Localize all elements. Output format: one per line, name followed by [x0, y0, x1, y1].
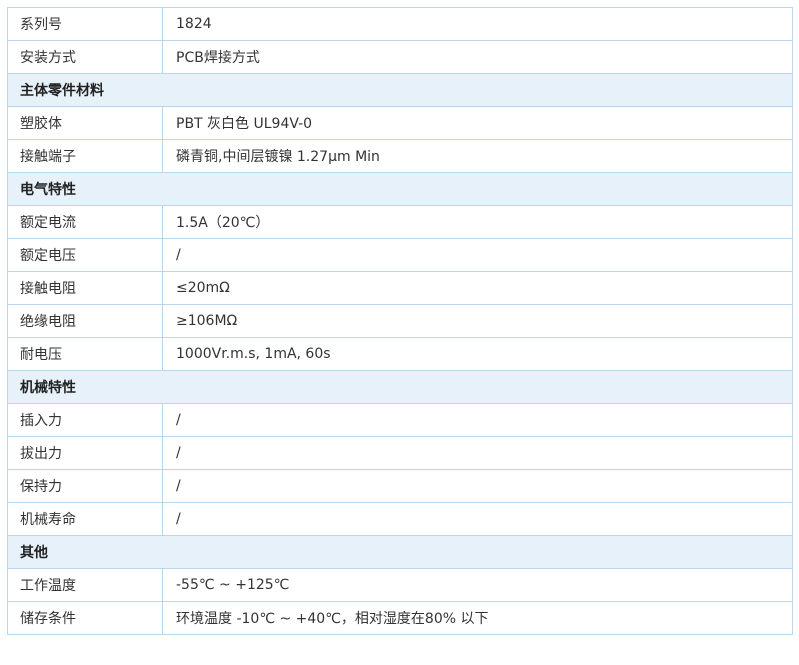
table-row: 接触电阻 ≤20mΩ — [7, 271, 793, 305]
table-row: 工作温度 -55℃ ~ +125℃ — [7, 568, 793, 602]
spec-label-cell: 接触电阻 — [7, 271, 163, 305]
spec-table: 系列号 1824 安装方式 PCB焊接方式 主体零件材料 塑胶体 PBT 灰白色 UL94V… — [7, 7, 793, 635]
spec-value-cell: 磷青铜,中间层镀镍 1.27μm Min — [162, 139, 793, 173]
section-header-row: 电气特性 — [7, 172, 793, 206]
spec-value-cell: / — [162, 469, 793, 503]
section-title: 其他 — [7, 535, 793, 569]
spec-label-cell: 接触端子 — [7, 139, 163, 173]
table-row: 机械寿命 / — [7, 502, 793, 536]
spec-value-cell: / — [162, 403, 793, 437]
spec-value-cell: / — [162, 502, 793, 536]
spec-value-cell: 1.5A（20℃） — [162, 205, 793, 239]
table-row: 接触端子 磷青铜,中间层镀镍 1.27μm Min — [7, 139, 793, 173]
section-header-row: 机械特性 — [7, 370, 793, 404]
spec-value-cell: PCB焊接方式 — [162, 40, 793, 74]
section-title: 电气特性 — [7, 172, 793, 206]
spec-value-cell: 1000Vr.m.s, 1mA, 60s — [162, 337, 793, 371]
section-title: 机械特性 — [7, 370, 793, 404]
spec-value-cell: 环境温度 -10℃ ~ +40℃，相对湿度在80% 以下 — [162, 601, 793, 635]
spec-value-cell: / — [162, 238, 793, 272]
spec-table-body: 系列号 1824 安装方式 PCB焊接方式 主体零件材料 塑胶体 PBT 灰白色 UL94V… — [7, 7, 793, 635]
table-row: 系列号 1824 — [7, 7, 793, 41]
table-row: 额定电流 1.5A（20℃） — [7, 205, 793, 239]
spec-value-cell: ≥106MΩ — [162, 304, 793, 338]
spec-value-cell: PBT 灰白色 UL94V-0 — [162, 106, 793, 140]
section-title: 主体零件材料 — [7, 73, 793, 107]
table-row: 塑胶体 PBT 灰白色 UL94V-0 — [7, 106, 793, 140]
table-row: 插入力 / — [7, 403, 793, 437]
table-row: 安装方式 PCB焊接方式 — [7, 40, 793, 74]
spec-label-cell: 绝缘电阻 — [7, 304, 163, 338]
table-row: 绝缘电阻 ≥106MΩ — [7, 304, 793, 338]
section-header-row: 主体零件材料 — [7, 73, 793, 107]
spec-value-cell: -55℃ ~ +125℃ — [162, 568, 793, 602]
spec-label-cell: 安装方式 — [7, 40, 163, 74]
table-row: 保持力 / — [7, 469, 793, 503]
spec-label-cell: 储存条件 — [7, 601, 163, 635]
spec-label-cell: 保持力 — [7, 469, 163, 503]
table-row: 储存条件 环境温度 -10℃ ~ +40℃，相对湿度在80% 以下 — [7, 601, 793, 635]
spec-label-cell: 工作温度 — [7, 568, 163, 602]
spec-label-cell: 额定电流 — [7, 205, 163, 239]
spec-label-cell: 系列号 — [7, 7, 163, 41]
spec-label-cell: 耐电压 — [7, 337, 163, 371]
spec-label-cell: 额定电压 — [7, 238, 163, 272]
spec-value-cell: 1824 — [162, 7, 793, 41]
spec-value-cell: ≤20mΩ — [162, 271, 793, 305]
spec-value-cell: / — [162, 436, 793, 470]
spec-label-cell: 插入力 — [7, 403, 163, 437]
table-row: 耐电压 1000Vr.m.s, 1mA, 60s — [7, 337, 793, 371]
section-header-row: 其他 — [7, 535, 793, 569]
spec-label-cell: 塑胶体 — [7, 106, 163, 140]
spec-label-cell: 拔出力 — [7, 436, 163, 470]
spec-label-cell: 机械寿命 — [7, 502, 163, 536]
table-row: 拔出力 / — [7, 436, 793, 470]
table-row: 额定电压 / — [7, 238, 793, 272]
